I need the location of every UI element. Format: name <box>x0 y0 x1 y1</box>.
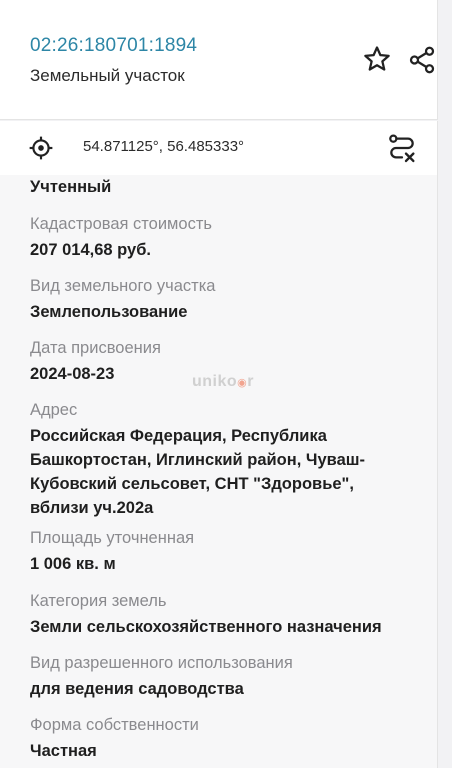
details-list: Учтенный Кадастровая стоимость 207 014,6… <box>0 175 438 768</box>
object-type: Земельный участок <box>30 66 185 85</box>
coordinates-text[interactable]: 54.871125°, 56.485333° <box>83 138 244 155</box>
share-icon <box>409 46 435 74</box>
cadastral-value-field: Кадастровая стоимость 207 014,68 руб. <box>30 213 430 262</box>
ownership-field: Форма собственности Частная <box>30 714 430 763</box>
cadastral-value: 207 014,68 руб. <box>30 241 151 259</box>
cadastral-number[interactable]: 02:26:180701:1894 <box>30 35 197 57</box>
permitted-use-value: для ведения садоводства <box>30 680 244 698</box>
cadastral-value-label: Кадастровая стоимость <box>30 215 212 233</box>
crosshair-icon <box>29 136 53 160</box>
route-button[interactable] <box>384 130 420 166</box>
ownership-value: Частная <box>30 742 97 760</box>
land-kind-field: Вид земельного участка Землепользование <box>30 275 430 324</box>
status-field: Учтенный <box>30 175 430 199</box>
address-value: Российская Федерация, Республика Башкорт… <box>30 427 366 517</box>
share-button[interactable] <box>404 42 440 78</box>
card-header: 02:26:180701:1894 Земельный участок <box>0 0 438 120</box>
land-kind-value: Землепользование <box>30 303 188 321</box>
land-category-label: Категория земель <box>30 592 167 610</box>
watermark-dot: ◉ <box>237 377 248 389</box>
status-value: Учтенный <box>30 178 112 196</box>
area-value: 1 006 кв. м <box>30 555 116 573</box>
area-label: Площадь уточненная <box>30 529 195 547</box>
permitted-use-field: Вид разрешенного использования для веден… <box>30 652 430 701</box>
land-plot-card: 02:26:180701:1894 Земельный участок 54.8… <box>0 0 452 768</box>
route-cancel-icon <box>389 134 415 163</box>
star-icon <box>364 46 390 71</box>
watermark-text-right: r <box>247 373 255 390</box>
land-category-value: Земли сельскохозяйственного назначения <box>30 618 382 636</box>
address-label: Адрес <box>30 401 78 419</box>
assigned-date-label: Дата присвоения <box>30 339 161 357</box>
coordinates-bar: 54.871125°, 56.485333° <box>0 121 438 175</box>
permitted-use-label: Вид разрешенного использования <box>30 654 293 672</box>
locate-button[interactable] <box>26 133 56 163</box>
land-category-field: Категория земель Земли сельскохозяйствен… <box>30 590 430 639</box>
address-field: Адрес Российская Федерация, Республика Б… <box>30 399 430 520</box>
ownership-label: Форма собственности <box>30 716 199 734</box>
unikoor-watermark: uniko◉r <box>192 373 254 391</box>
watermark-text-left: uniko <box>192 373 238 390</box>
land-kind-label: Вид земельного участка <box>30 277 216 295</box>
favorite-button[interactable] <box>360 42 394 76</box>
area-field: Площадь уточненная 1 006 кв. м <box>30 527 430 576</box>
